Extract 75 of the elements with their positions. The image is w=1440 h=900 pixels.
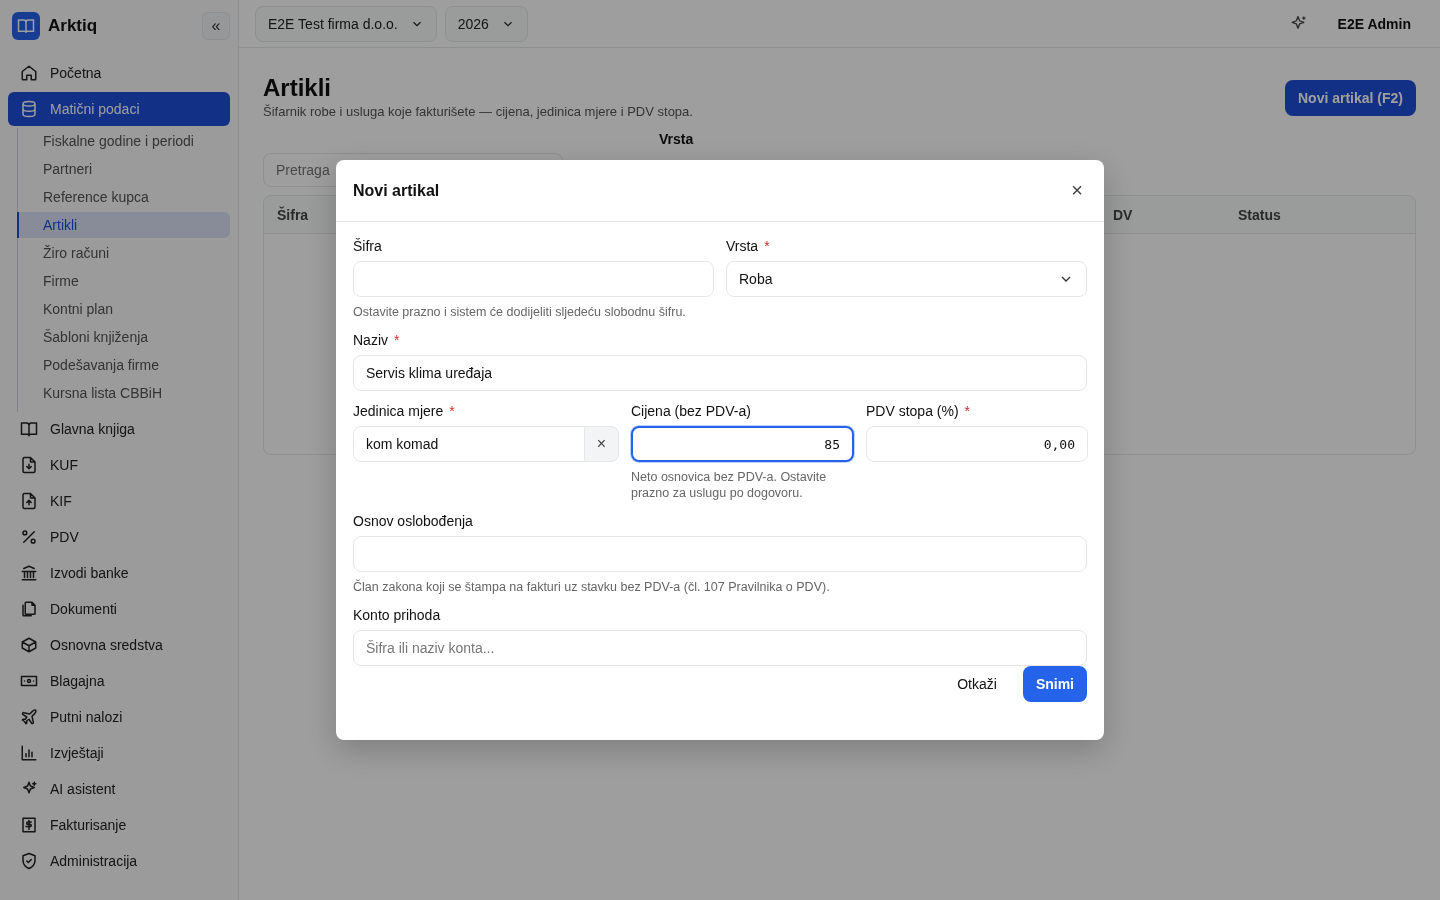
percent-icon (20, 528, 38, 546)
code-field[interactable] (353, 261, 714, 297)
field-label: Jedinica mjere * (353, 403, 456, 419)
new-item-button[interactable]: Novi artikal (F2) (1284, 80, 1416, 116)
field-label: PDV stopa (%) * (866, 403, 972, 419)
book-icon (20, 420, 38, 438)
close-button[interactable]: × (1067, 179, 1087, 202)
field-label: Naziv * (353, 332, 401, 348)
logo-icon (12, 12, 40, 40)
sidebar-item[interactable]: Fakturisanje (8, 808, 230, 842)
company-select[interactable]: E2E Test firma d.o.o. (255, 5, 437, 42)
filter-label: Vrsta (659, 131, 694, 147)
shield-icon (20, 852, 38, 870)
sidebar-subitem[interactable]: Firme (18, 268, 230, 294)
vat-rate-field[interactable]: 0,00 (866, 426, 1088, 462)
documents-icon (20, 600, 38, 618)
field-hint: Ostavite prazno i sistem će dodijeliti sljedeću slobodnu šifru. (353, 304, 687, 320)
name-field[interactable]: Servis klima uređaja (353, 355, 1087, 391)
sidebar-item[interactable]: Dokumenti (8, 592, 230, 626)
sidebar-item[interactable]: Matični podaci (8, 92, 230, 126)
column-header: DV (1112, 206, 1134, 223)
sidebar-item[interactable]: Izvodi banke (8, 556, 230, 590)
sidebar-subitem[interactable]: Šabloni knjiženja (18, 324, 230, 350)
sidebar-subitem[interactable]: Artikli (17, 212, 230, 238)
field-hint: Neto osnovica bez PDV-a. Ostavite prazno za uslugu po dogovoru. (631, 469, 828, 501)
sidebar-subitem[interactable]: Fiskalne godine i periodi (18, 128, 230, 154)
home-icon (20, 64, 38, 82)
dialog-title: Novi artikal (353, 181, 440, 200)
collapse-button[interactable]: « (202, 12, 230, 40)
sidebar-subitem[interactable]: Kursna lista CBBiH (18, 380, 230, 406)
column-header: Status (1237, 206, 1282, 223)
sidebar-item[interactable]: AI asistent (8, 772, 230, 806)
cancel-button[interactable]: Otkaži (951, 675, 1003, 693)
sidebar-item[interactable]: KUF (8, 448, 230, 482)
field-label: Šifra (353, 238, 383, 254)
file-download-icon (20, 456, 38, 474)
field-label: Vrsta * (726, 238, 771, 254)
database-icon (20, 100, 38, 118)
sidebar-item[interactable]: PDV (8, 520, 230, 554)
sidebar-item[interactable]: Glavna knjiga (8, 412, 230, 446)
sidebar-subitem[interactable]: Partneri (18, 156, 230, 182)
app-name: Arktiq (48, 16, 99, 36)
plane-icon (20, 708, 38, 726)
sidebar-subitem[interactable]: Kontni plan (18, 296, 230, 322)
bar-chart-icon (20, 744, 38, 762)
sidebar-item[interactable]: Početna (8, 56, 230, 90)
sidebar-item[interactable]: Administracija (8, 844, 230, 878)
field-label: Cijena (bez PDV-a) (631, 403, 752, 419)
account-field[interactable]: Šifra ili naziv konta... (353, 630, 1087, 666)
type-dropdown[interactable]: Roba (726, 261, 1087, 297)
exemption-field[interactable] (353, 536, 1087, 572)
receipt-icon (20, 816, 38, 834)
sidebar-item[interactable]: KIF (8, 484, 230, 518)
sidebar-subitem[interactable]: Podešavanja firme (18, 352, 230, 378)
sidebar-item[interactable]: Blagajna (8, 664, 230, 698)
box-icon (20, 636, 38, 654)
price-field[interactable]: 85 (631, 426, 854, 462)
sidebar-item[interactable]: Izvještaji (8, 736, 230, 770)
field-label: Osnov oslobođenja (353, 513, 474, 529)
clear-button[interactable]: × (585, 426, 619, 462)
sidebar-subitem[interactable]: Žiro računi (18, 240, 230, 266)
user-name[interactable]: E2E Admin (1337, 15, 1411, 32)
sidebar-item[interactable]: Putni nalozi (8, 700, 230, 734)
page-title: Artikli (263, 74, 332, 102)
year-select[interactable]: 2026 (444, 5, 528, 42)
page-subtitle: Šifarnik robe i usluga koje fakturišete — cijena, jedinica mjere i PDV stopa. (263, 104, 693, 119)
bank-icon (20, 564, 38, 582)
sidebar-subitem[interactable]: Reference kupca (18, 184, 230, 210)
sidebar-item[interactable]: Osnovna sredstva (8, 628, 230, 662)
field-label: Konto prihoda (353, 607, 442, 623)
file-upload-icon (20, 492, 38, 510)
column-header: Šifra (276, 206, 310, 223)
field-hint: Član zakona koji se štampa na fakturi uz stavku bez PDV-a (čl. 107 Pravilnika o PDV). (353, 579, 831, 595)
save-button[interactable]: Snimi (1022, 666, 1087, 702)
unit-field[interactable]: kom komad (353, 426, 585, 462)
